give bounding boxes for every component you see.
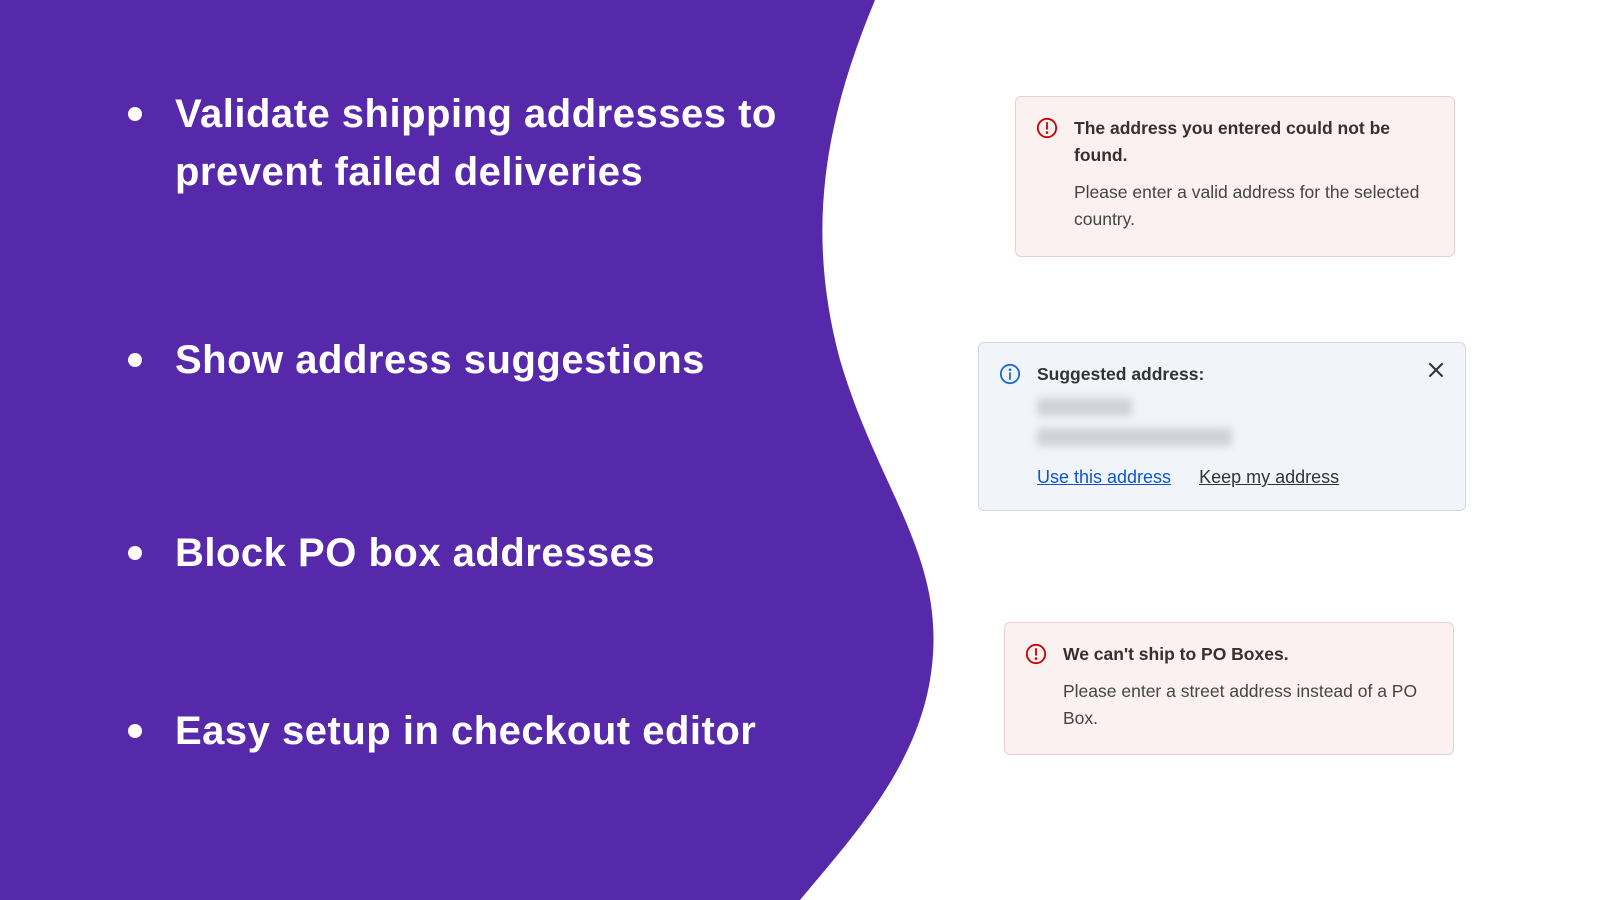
purple-feature-panel: Validate shipping addresses to prevent f… — [0, 0, 940, 900]
info-icon — [999, 363, 1021, 385]
suggestion-title: Suggested address: — [1037, 361, 1445, 388]
error-icon — [1025, 643, 1047, 665]
feature-list: Validate shipping addresses to prevent f… — [120, 85, 840, 760]
marketing-slide: Validate shipping addresses to prevent f… — [0, 0, 1600, 900]
feature-item-suggestions: Show address suggestions — [120, 331, 840, 389]
error-card-address-not-found: The address you entered could not be fou… — [1015, 96, 1455, 257]
error-body: Please enter a street address instead of… — [1063, 678, 1433, 732]
error-icon — [1036, 117, 1058, 139]
error-body: Please enter a valid address for the sel… — [1074, 179, 1434, 233]
feature-item-block-pobox: Block PO box addresses — [120, 524, 840, 582]
redacted-address-line-1 — [1037, 398, 1132, 416]
use-this-address-link[interactable]: Use this address — [1037, 464, 1171, 492]
suggestion-card: Suggested address: Use this address Keep… — [978, 342, 1466, 511]
error-card-pobox: We can't ship to PO Boxes. Please enter … — [1004, 622, 1454, 755]
error-title: The address you entered could not be fou… — [1074, 115, 1434, 169]
keep-my-address-link[interactable]: Keep my address — [1199, 464, 1339, 492]
redacted-address-line-2 — [1037, 428, 1232, 446]
feature-item-validate: Validate shipping addresses to prevent f… — [120, 85, 840, 201]
close-icon[interactable] — [1427, 361, 1445, 379]
error-title: We can't ship to PO Boxes. — [1063, 641, 1433, 668]
feature-item-easy-setup: Easy setup in checkout editor — [120, 702, 840, 760]
